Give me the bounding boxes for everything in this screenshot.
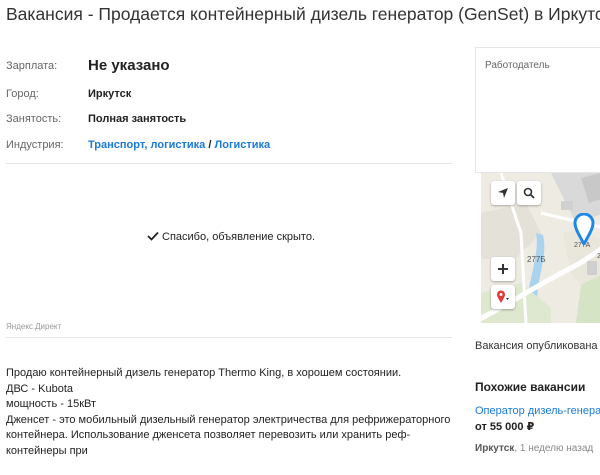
- map-search-button[interactable]: [517, 181, 541, 205]
- navigation-arrow-icon: [498, 188, 508, 198]
- similar-vacancy-time: , 1 неделю назад: [514, 443, 594, 454]
- similar-vacancies-heading: Похожие вакансии: [475, 380, 586, 394]
- description-line: мощность - 15кВт: [6, 398, 97, 410]
- location-marker-icon: [497, 290, 509, 303]
- salary-value: Не указано: [88, 57, 170, 74]
- details-divider: [6, 163, 452, 164]
- industry-link-logistics[interactable]: Логистика: [215, 139, 271, 151]
- employer-box: Работодатель: [475, 47, 600, 173]
- map-route-button[interactable]: [491, 285, 515, 309]
- ad-hidden-message: Спасибо, объявление скрыто.: [147, 231, 315, 243]
- industry-value: Транспорт, логистика / Логистика: [88, 139, 270, 151]
- vacancy-description: Продаю контейнерный дизель генератор The…: [6, 366, 452, 459]
- employer-label: Работодатель: [485, 60, 550, 71]
- sidebar: Работодатель 277Б 277А 2 Вакансия опубли…: [475, 0, 600, 475]
- search-icon: [523, 187, 535, 199]
- similar-vacancy-city: Иркутск: [475, 443, 515, 454]
- city-value: Иркутск: [88, 88, 132, 100]
- ad-hidden-text: Спасибо, объявление скрыто.: [162, 231, 316, 243]
- map-building-label: 277Б: [527, 255, 546, 264]
- similar-vacancy-link[interactable]: Оператор дизель-генерато: [475, 405, 600, 417]
- industry-label: Индустрия:: [6, 139, 64, 151]
- ad-divider: [6, 337, 452, 338]
- published-date: Вакансия опубликована 1: [475, 340, 600, 352]
- salary-label: Зарплата:: [6, 60, 58, 72]
- employment-label: Занятость:: [6, 113, 62, 125]
- map-pin-icon[interactable]: [573, 213, 595, 245]
- checkmark-icon: [147, 231, 159, 241]
- yandex-direct-label[interactable]: Яндекс.Директ: [6, 322, 61, 331]
- city-label: Город:: [6, 88, 39, 100]
- similar-vacancy-meta: Иркутск, 1 неделю назад: [475, 443, 593, 454]
- industry-separator: /: [208, 139, 212, 151]
- map-widget[interactable]: 277Б 277А 2: [481, 173, 600, 323]
- map-zoom-in-button[interactable]: [491, 257, 515, 281]
- plus-icon: [498, 264, 508, 274]
- description-line: ДВС - Kubota: [6, 382, 74, 395]
- description-line: Продаю контейнерный дизель генератор The…: [6, 367, 402, 379]
- map-locate-button[interactable]: [491, 181, 515, 205]
- description-line: Дженсет - это мобильный дизельный генера…: [6, 413, 451, 457]
- employment-value: Полная занятость: [88, 113, 187, 125]
- similar-vacancy-salary: от 55 000 ₽: [475, 421, 535, 433]
- industry-link-transport[interactable]: Транспорт, логистика: [88, 139, 205, 151]
